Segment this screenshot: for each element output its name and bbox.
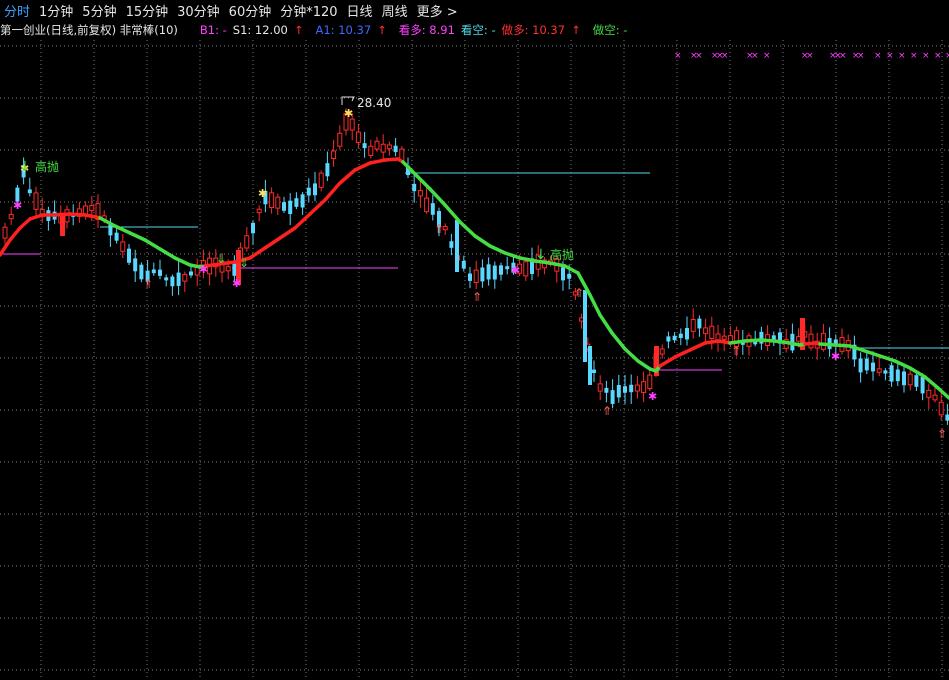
s1-value: S1: 12.00 ↑	[232, 23, 304, 37]
svg-text:高抛: 高抛	[550, 247, 574, 262]
svg-text:×: ×	[874, 51, 882, 61]
svg-text:×: ×	[763, 51, 771, 61]
svg-text:⇓: ⇓	[216, 252, 226, 266]
tab-min120[interactable]: 分钟*120	[276, 1, 342, 20]
kankong-value: 看空: -	[460, 23, 496, 37]
svg-text:✱: ✱	[344, 107, 353, 120]
sell-arrow-icon: ↓	[535, 247, 547, 263]
up-arrow-icon: ↑	[377, 23, 387, 37]
zuoduo-value: 做多: 10.37 ↑	[501, 23, 581, 37]
svg-text:×: ×	[945, 51, 949, 61]
svg-text:×: ×	[922, 51, 930, 61]
svg-text:×: ×	[674, 51, 682, 61]
svg-text:✱: ✱	[511, 264, 520, 277]
tab-more[interactable]: 更多 >	[413, 1, 463, 20]
indicator-infobar: 第一创业(日线,前复权) 非常棒(10) B1: - S1: 12.00 ↑ A1…	[0, 22, 949, 38]
svg-text:×: ×	[839, 51, 847, 61]
a1-value: A1: 10.37 ↑	[315, 23, 387, 37]
svg-text:×: ×	[721, 51, 729, 61]
up-arrow-icon: ↑	[293, 23, 304, 37]
svg-text:⇑: ⇑	[937, 427, 947, 441]
svg-text:⇑: ⇑	[731, 344, 741, 358]
chart-grid	[0, 40, 949, 680]
peak-price-label: 28.40	[357, 96, 391, 110]
svg-text:✱: ✱	[648, 390, 657, 403]
x-marker-row: × ×× ××× ×× × ×× ××× ×× × × × × × × ×	[674, 51, 949, 61]
svg-text:×: ×	[934, 51, 942, 61]
tab-1min[interactable]: 1分钟	[35, 1, 78, 20]
svg-text:高抛: 高抛	[35, 159, 59, 174]
svg-text:⇓: ⇓	[239, 256, 249, 270]
svg-text:⇑: ⇑	[602, 404, 612, 418]
tab-daily[interactable]: 日线	[343, 1, 378, 20]
chevron-right-icon: >	[446, 4, 458, 20]
sell-arrow-icon: ↓	[19, 159, 31, 175]
svg-text:✱: ✱	[232, 277, 241, 290]
up-arrow-icon: ↑	[571, 23, 581, 37]
svg-text:✱: ✱	[258, 187, 267, 200]
price-chart[interactable]: ✱✱✱✱✱✱✱✱✱⇑⇑⇑⇑⇑⇑⇑⇓ ⇓ × ×× ××× ×× × ×× ××× ×× × × × × ×…	[0, 0, 949, 680]
svg-text:×: ×	[695, 51, 703, 61]
b1-value: B1: -	[199, 23, 227, 37]
zuokong-value: 做空: -	[592, 23, 628, 37]
svg-text:×: ×	[857, 51, 865, 61]
svg-text:×: ×	[806, 51, 814, 61]
svg-text:×: ×	[898, 51, 906, 61]
kanduo-value: 看多: 8.91	[398, 23, 455, 37]
svg-text:✱: ✱	[13, 199, 22, 212]
sell-label-1: ↓ 高抛	[19, 159, 59, 175]
svg-text:⇑: ⇑	[143, 277, 153, 291]
tab-more-label: 更多	[416, 4, 443, 20]
svg-text:✱: ✱	[199, 263, 208, 276]
svg-text:⇑: ⇑	[574, 286, 584, 300]
tab-5min[interactable]: 5分钟	[78, 1, 121, 20]
svg-text:⇑: ⇑	[472, 290, 482, 304]
svg-text:×: ×	[751, 51, 759, 61]
signal-markers: ✱✱✱✱✱✱✱✱✱⇑⇑⇑⇑⇑⇑⇑⇓ ⇓	[13, 107, 947, 441]
period-toolbar: 分时 1分钟 5分钟 15分钟 30分钟 60分钟 分钟*120 日线 周线 更…	[0, 0, 949, 20]
tab-30min[interactable]: 30分钟	[173, 1, 225, 20]
svg-text:×: ×	[886, 51, 894, 61]
candlestick-series	[2, 108, 949, 425]
svg-text:×: ×	[910, 51, 918, 61]
svg-text:✱: ✱	[831, 350, 840, 363]
tab-fenshi[interactable]: 分时	[0, 1, 35, 20]
tab-15min[interactable]: 15分钟	[122, 1, 174, 20]
tab-60min[interactable]: 60分钟	[225, 1, 277, 20]
sell-label-2: ↓ 高抛	[535, 247, 574, 263]
svg-text:⇑: ⇑	[434, 222, 444, 236]
tab-weekly[interactable]: 周线	[378, 1, 413, 20]
chart-title[interactable]: 第一创业(日线,前复权) 非常棒(10)	[0, 22, 178, 38]
